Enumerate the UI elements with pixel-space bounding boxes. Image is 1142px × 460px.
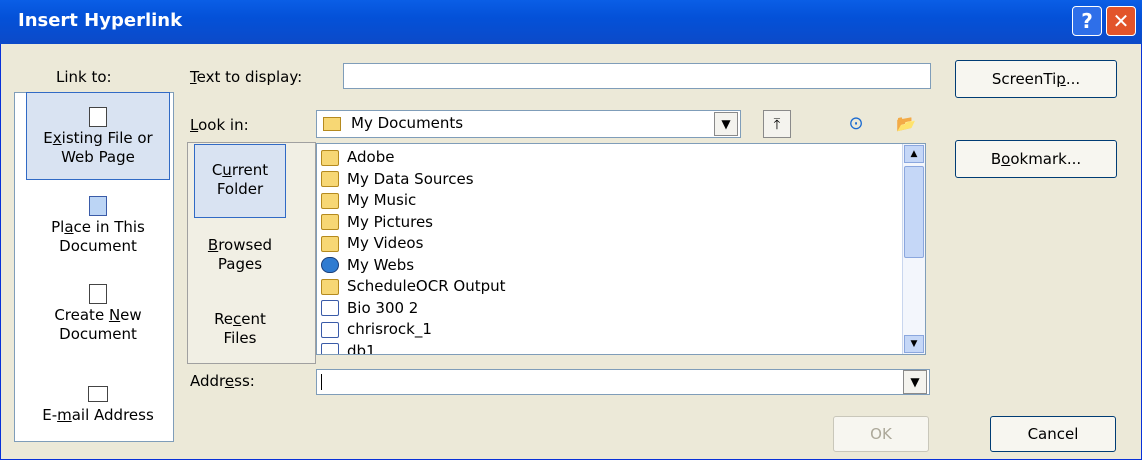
text-to-display-label: Text to display: xyxy=(190,68,303,86)
file-list-item[interactable]: Bio 300 2 xyxy=(321,297,418,319)
new-document-icon xyxy=(89,284,107,304)
email-icon xyxy=(88,386,108,402)
scroll-down-icon[interactable]: ▼ xyxy=(904,335,924,353)
ok-button[interactable]: OK xyxy=(833,416,929,452)
doc-icon xyxy=(321,343,339,354)
doc-icon xyxy=(321,300,339,316)
dialog-title: Insert Hyperlink xyxy=(18,10,183,31)
scroll-up-icon[interactable]: ▲ xyxy=(904,145,924,163)
bookmark-button[interactable]: Bookmark... xyxy=(955,140,1117,178)
address-input[interactable]: ▼ xyxy=(316,369,930,395)
file-list-item[interactable]: My Music xyxy=(321,189,416,211)
file-name: My Data Sources xyxy=(347,169,474,188)
link-to-create-new-document[interactable]: Create New Document xyxy=(26,278,170,348)
up-folder-icon[interactable]: ⤒ xyxy=(763,110,791,138)
file-list-item[interactable]: My Webs xyxy=(321,254,414,276)
file-list-item[interactable]: db1 xyxy=(321,340,376,355)
file-name: db1 xyxy=(347,341,376,355)
file-name: My Videos xyxy=(347,234,424,252)
recent-files-tab[interactable]: Recent Files xyxy=(194,306,286,366)
file-name: My Music xyxy=(347,191,417,209)
link-to-email-address[interactable]: E-mail Address xyxy=(26,380,170,430)
folder-icon xyxy=(321,171,339,187)
folder-icon xyxy=(321,149,339,166)
look-in-select[interactable]: My Documents ▼ xyxy=(316,110,741,138)
folder-icon xyxy=(323,117,341,131)
folder-icon xyxy=(321,214,339,230)
address-label: Address: xyxy=(190,372,255,390)
look-in-label: Look in: xyxy=(190,116,249,134)
file-list[interactable]: Adobe My Data Sources My Music My Pictures M… xyxy=(316,143,926,355)
file-list-scrollbar[interactable]: ▲ ▼ xyxy=(902,144,925,354)
close-button[interactable]: ✕ xyxy=(1106,6,1136,36)
screentip-button[interactable]: ScreenTip... xyxy=(955,60,1117,98)
link-to-existing-file[interactable]: Existing File or Web Page xyxy=(26,92,170,180)
browse-file-icon[interactable]: 📂 xyxy=(892,110,920,138)
chevron-down-icon[interactable]: ▼ xyxy=(714,112,738,136)
current-folder-tab[interactable]: Current Folder xyxy=(194,144,286,218)
chevron-down-icon[interactable]: ▼ xyxy=(903,370,927,394)
scroll-thumb[interactable] xyxy=(904,166,924,258)
doc-icon xyxy=(321,321,339,338)
link-to-label: Link to: xyxy=(56,68,112,86)
file-name: Bio 300 2 xyxy=(347,298,419,317)
text-cursor xyxy=(321,374,322,390)
search-web-icon[interactable]: ⊙ xyxy=(842,110,870,138)
folder-icon xyxy=(321,278,339,295)
file-list-item[interactable]: chrisrock_1 xyxy=(321,318,432,340)
file-list-item[interactable]: My Data Sources xyxy=(321,168,474,190)
file-name: My Pictures xyxy=(347,212,433,231)
folder-icon xyxy=(321,235,339,252)
file-name: ScheduleOCR Output xyxy=(347,277,506,295)
file-name: chrisrock_1 xyxy=(347,320,432,338)
browsed-pages-tab[interactable]: Browsed Pages xyxy=(194,232,286,292)
file-name: My Webs xyxy=(347,255,415,274)
place-in-document-icon xyxy=(89,196,107,216)
text-to-display-input[interactable] xyxy=(343,63,931,89)
file-list-item[interactable]: My Videos xyxy=(321,232,423,254)
help-button[interactable]: ? xyxy=(1072,6,1102,36)
cancel-button[interactable]: Cancel xyxy=(990,416,1116,452)
file-name: Adobe xyxy=(347,148,395,166)
globe-icon xyxy=(321,257,339,273)
link-to-place-in-document[interactable]: Place in This Document xyxy=(26,190,170,260)
folder-icon xyxy=(321,192,339,209)
file-list-item[interactable]: ScheduleOCR Output xyxy=(321,275,506,297)
file-list-item[interactable]: Adobe xyxy=(321,146,394,168)
existing-file-icon xyxy=(89,107,107,127)
file-list-item[interactable]: My Pictures xyxy=(321,211,433,233)
